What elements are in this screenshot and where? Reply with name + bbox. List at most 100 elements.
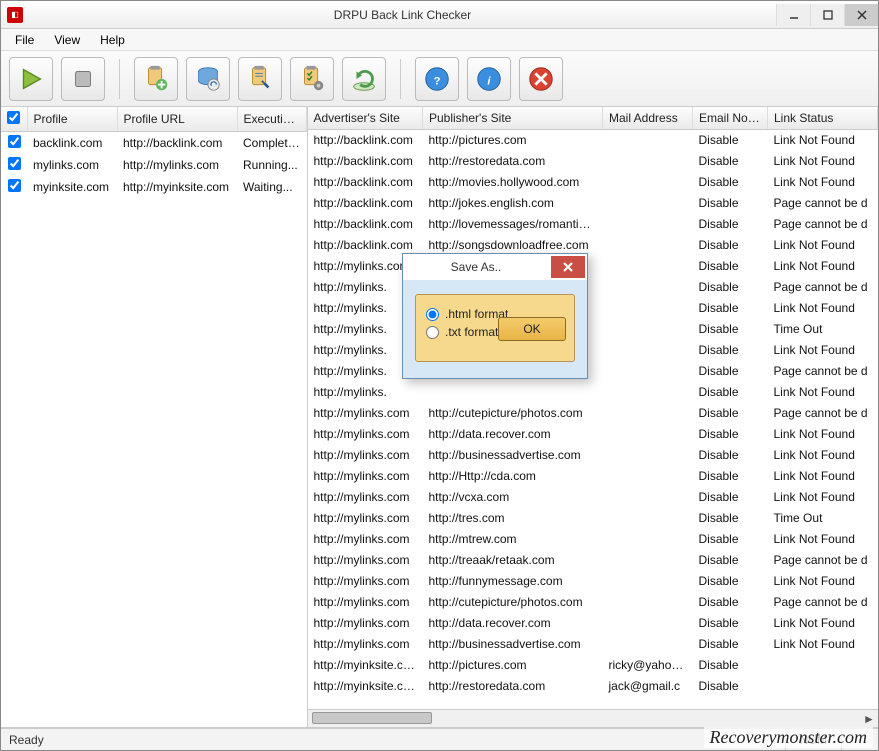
- link-row[interactable]: http://mylinks.DisableTime Out: [308, 319, 878, 340]
- cell-advertiser: http://mylinks.com: [308, 466, 423, 487]
- link-row[interactable]: http://mylinks.DisablePage cannot be d: [308, 361, 878, 382]
- add-profile-button[interactable]: [134, 57, 178, 101]
- cell-link-status: Link Not Found: [768, 424, 878, 445]
- profile-status: Waiting...: [237, 176, 306, 198]
- profile-check[interactable]: [8, 157, 21, 170]
- check-all[interactable]: [7, 111, 20, 124]
- cell-mail: [603, 529, 693, 550]
- window-title: DRPU Back Link Checker: [29, 8, 776, 22]
- profile-row[interactable]: backlink.comhttp://backlink.comCompleted…: [1, 132, 306, 155]
- menu-file[interactable]: File: [5, 31, 44, 49]
- col-check[interactable]: [1, 107, 27, 132]
- cell-notif: Disable: [693, 319, 768, 340]
- radio-html-input[interactable]: [426, 308, 439, 321]
- link-row[interactable]: http://mylinks.comhttp://mtrew.comDisabl…: [308, 529, 878, 550]
- link-row[interactable]: http://backlink.comhttp://lovemessages/r…: [308, 214, 878, 235]
- link-row[interactable]: http://mylinks.comhttp://data.recover.co…: [308, 424, 878, 445]
- play-button[interactable]: [9, 57, 53, 101]
- cell-notif: Disable: [693, 403, 768, 424]
- cell-link-status: [768, 655, 878, 676]
- link-row[interactable]: http://mylinks.DisableLink Not Found: [308, 298, 878, 319]
- link-row[interactable]: http://mylinks.comhttp://treaak/retaak.c…: [308, 550, 878, 571]
- link-row[interactable]: http://mylinks.DisableLink Not Found: [308, 340, 878, 361]
- profile-url: http://backlink.com: [117, 132, 237, 155]
- link-row[interactable]: http://mylinks.comhttp://cutepicture/pho…: [308, 592, 878, 613]
- cell-mail: [603, 256, 693, 277]
- cell-publisher: http://pictures.com: [423, 655, 603, 676]
- link-row[interactable]: http://mylinks.comhttp://businessadverti…: [308, 634, 878, 655]
- cell-publisher: http://businessadvertise.com: [423, 634, 603, 655]
- minimize-button[interactable]: [776, 4, 810, 26]
- link-row[interactable]: http://mylinks.comhttp://funnymessage.co…: [308, 571, 878, 592]
- col-publisher[interactable]: Publisher's Site: [423, 107, 603, 130]
- cell-link-status: Page cannot be d: [768, 277, 878, 298]
- link-row[interactable]: http://mylinks.comhttp://yzx.comDisableL…: [308, 256, 878, 277]
- stop-button[interactable]: [61, 57, 105, 101]
- menu-view[interactable]: View: [44, 31, 90, 49]
- link-row[interactable]: http://backlink.comhttp://movies.hollywo…: [308, 172, 878, 193]
- cell-notif: Disable: [693, 655, 768, 676]
- scroll-right-arrow[interactable]: ►: [860, 710, 878, 728]
- link-row[interactable]: http://mylinks.comhttp://cutepicture/pho…: [308, 403, 878, 424]
- ok-button[interactable]: OK: [498, 317, 566, 341]
- col-profile-url[interactable]: Profile URL: [117, 107, 237, 132]
- cell-advertiser: http://backlink.com: [308, 193, 423, 214]
- link-row[interactable]: http://mylinks.comhttp://data.recover.co…: [308, 613, 878, 634]
- col-advertiser[interactable]: Advertiser's Site: [308, 107, 423, 130]
- profiles-grid[interactable]: Profile Profile URL Execution Status bac…: [1, 107, 307, 727]
- cell-advertiser: http://backlink.com: [308, 214, 423, 235]
- scroll-thumb[interactable]: [312, 712, 432, 724]
- cell-publisher: http://data.recover.com: [423, 613, 603, 634]
- settings-list-button[interactable]: [290, 57, 334, 101]
- link-row[interactable]: http://backlink.comhttp://jokes.english.…: [308, 193, 878, 214]
- toolbar-separator: [400, 59, 401, 99]
- cell-mail: [603, 424, 693, 445]
- info-button[interactable]: i: [467, 57, 511, 101]
- col-profile[interactable]: Profile: [27, 107, 117, 132]
- link-row[interactable]: http://mylinks.comhttp://businessadverti…: [308, 445, 878, 466]
- link-row[interactable]: http://mylinks.comhttp://tres.comDisable…: [308, 508, 878, 529]
- cell-mail: [603, 235, 693, 256]
- cell-link-status: Link Not Found: [768, 298, 878, 319]
- radio-txt-input[interactable]: [426, 326, 439, 339]
- cell-notif: Disable: [693, 277, 768, 298]
- link-row[interactable]: http://backlink.comhttp://pictures.comDi…: [308, 130, 878, 151]
- cell-link-status: Link Not Found: [768, 571, 878, 592]
- link-row[interactable]: http://myinksite.comhttp://restoredata.c…: [308, 676, 878, 697]
- cell-link-status: [768, 676, 878, 697]
- menu-help[interactable]: Help: [90, 31, 135, 49]
- profile-check[interactable]: [8, 135, 21, 148]
- link-row[interactable]: http://mylinks.comhttp://vcxa.comDisable…: [308, 487, 878, 508]
- col-email-notif[interactable]: Email Notific...: [693, 107, 768, 130]
- refresh-button[interactable]: [342, 57, 386, 101]
- profile-row[interactable]: mylinks.comhttp://mylinks.comRunning...: [1, 154, 306, 176]
- col-exec-status[interactable]: Execution Status: [237, 107, 306, 132]
- links-grid[interactable]: Advertiser's Site Publisher's Site Mail …: [308, 107, 879, 709]
- link-row[interactable]: http://mylinks.DisablePage cannot be d: [308, 277, 878, 298]
- cell-mail: [603, 613, 693, 634]
- link-row[interactable]: http://mylinks.comhttp://Http://cda.comD…: [308, 466, 878, 487]
- cell-publisher: http://pictures.com: [423, 130, 603, 151]
- col-link-status[interactable]: Link Status: [768, 107, 878, 130]
- app-icon: ◧: [7, 7, 23, 23]
- dialog-titlebar[interactable]: Save As..: [403, 254, 587, 280]
- link-row[interactable]: http://backlink.comhttp://songsdownloadf…: [308, 235, 878, 256]
- close-button[interactable]: [844, 4, 878, 26]
- dialog-close-button[interactable]: [551, 256, 585, 278]
- link-row[interactable]: http://mylinks.DisableLink Not Found: [308, 382, 878, 403]
- maximize-button[interactable]: [810, 4, 844, 26]
- cell-mail: [603, 214, 693, 235]
- profile-status: Completed.: [237, 132, 306, 155]
- profile-row[interactable]: myinksite.comhttp://myinksite.comWaiting…: [1, 176, 306, 198]
- profile-check[interactable]: [8, 179, 21, 192]
- profile-name: myinksite.com: [27, 176, 117, 198]
- report-button[interactable]: [238, 57, 282, 101]
- horizontal-scrollbar[interactable]: ◄ ►: [308, 709, 879, 727]
- help-button[interactable]: ?: [415, 57, 459, 101]
- col-mail[interactable]: Mail Address: [603, 107, 693, 130]
- link-row[interactable]: http://myinksite.comhttp://pictures.comr…: [308, 655, 878, 676]
- close-red-button[interactable]: [519, 57, 563, 101]
- database-button[interactable]: [186, 57, 230, 101]
- cell-link-status: Page cannot be d: [768, 361, 878, 382]
- link-row[interactable]: http://backlink.comhttp://restoredata.co…: [308, 151, 878, 172]
